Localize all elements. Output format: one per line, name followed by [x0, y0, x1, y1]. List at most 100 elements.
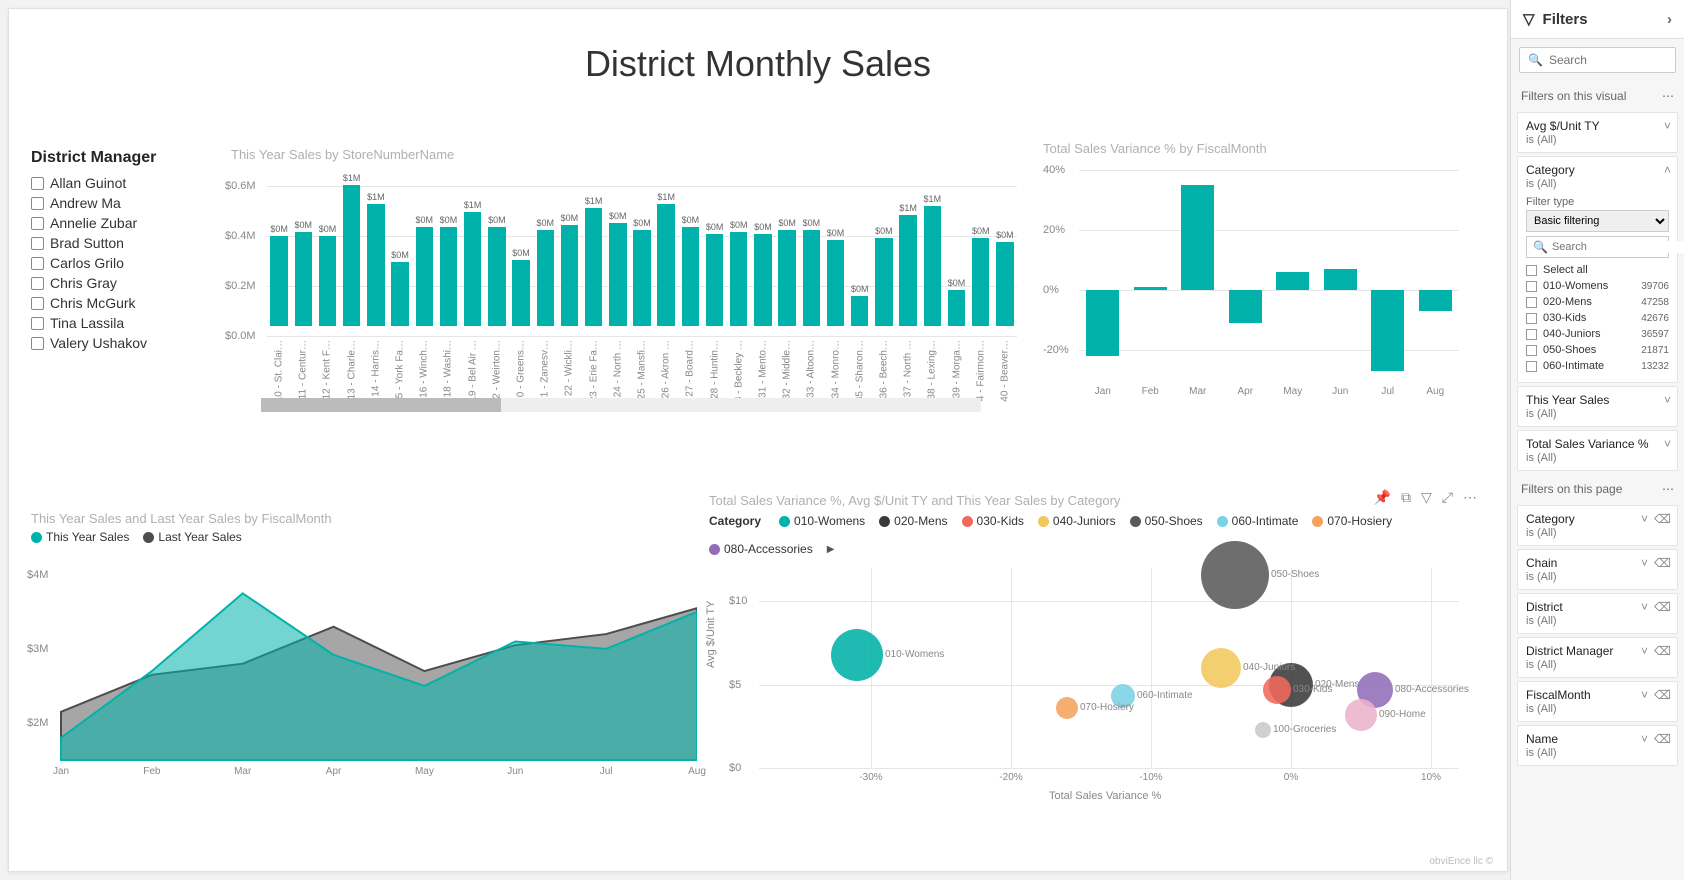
bar[interactable]	[924, 206, 941, 326]
legend-scroll-right-icon[interactable]: ▶	[827, 544, 835, 555]
district-manager-slicer[interactable]: District Manager Allan GuinotAndrew MaAn…	[31, 149, 211, 353]
checkbox-icon[interactable]	[31, 317, 44, 330]
bubble[interactable]	[1201, 541, 1269, 609]
bar[interactable]	[561, 225, 578, 326]
bar[interactable]	[778, 230, 795, 326]
bar[interactable]	[899, 215, 916, 326]
bar[interactable]	[730, 232, 747, 326]
bar[interactable]	[803, 230, 820, 326]
chevron-down-icon[interactable]: ˅	[1641, 600, 1648, 614]
eraser-icon[interactable]: ⌫	[1654, 644, 1671, 658]
bar[interactable]	[367, 204, 384, 326]
bar[interactable]	[1324, 269, 1357, 290]
chevron-up-icon[interactable]: ˄	[1664, 163, 1671, 177]
filter-card[interactable]: Nameis (All)˅⌫	[1517, 725, 1678, 766]
bar[interactable]	[1134, 287, 1167, 290]
bar[interactable]	[1229, 290, 1262, 323]
bubble[interactable]	[1255, 722, 1271, 738]
bar[interactable]	[1086, 290, 1119, 356]
bar[interactable]	[827, 240, 844, 326]
legend-item[interactable]: 010-Womens	[779, 514, 865, 528]
filter-type-select[interactable]: Basic filtering	[1526, 210, 1669, 232]
filter-option[interactable]: Select all	[1526, 262, 1669, 278]
legend-item[interactable]: 050-Shoes	[1130, 514, 1203, 528]
filters-search-input[interactable]	[1549, 53, 1684, 67]
legend-item[interactable]: 080-Accessories	[709, 542, 813, 556]
bar[interactable]	[512, 260, 529, 326]
bar[interactable]	[343, 185, 360, 326]
bar[interactable]	[609, 223, 626, 326]
eraser-icon[interactable]: ⌫	[1654, 732, 1671, 746]
bar[interactable]	[295, 232, 312, 326]
filter-card[interactable]: Avg $/Unit TYis (All)˅	[1517, 112, 1678, 153]
checkbox-icon[interactable]	[31, 257, 44, 270]
eraser-icon[interactable]: ⌫	[1654, 512, 1671, 526]
filter-option[interactable]: 060-Intimate13232	[1526, 358, 1669, 374]
filter-option[interactable]: 050-Shoes21871	[1526, 342, 1669, 358]
bar[interactable]	[1419, 290, 1452, 311]
bubble[interactable]	[831, 629, 883, 681]
chevron-down-icon[interactable]: ˅	[1641, 556, 1648, 570]
funnel-icon[interactable]: ▽	[1421, 489, 1432, 506]
chevron-down-icon[interactable]: ˅	[1664, 393, 1671, 407]
filters-search[interactable]: 🔍	[1519, 47, 1676, 73]
bar[interactable]	[875, 238, 892, 326]
more-icon[interactable]: ⋯	[1662, 482, 1674, 496]
chart-this-year-sales-by-store[interactable]: This Year Sales by StoreNumberName $0.0M…	[231, 147, 1001, 398]
filter-card[interactable]: Chainis (All)˅⌫	[1517, 549, 1678, 590]
filter-card[interactable]: Categoryis (All)˅⌫	[1517, 505, 1678, 546]
chevron-right-icon[interactable]: ›	[1667, 11, 1672, 28]
checkbox-icon[interactable]	[31, 337, 44, 350]
chevron-down-icon[interactable]: ˅	[1641, 688, 1648, 702]
chart-category-scatter[interactable]: 📌 ⧉ ▽ ⤢ ⋯ Total Sales Variance %, Avg $/…	[709, 493, 1489, 816]
checkbox-icon[interactable]	[31, 217, 44, 230]
chevron-down-icon[interactable]: ˅	[1664, 119, 1671, 133]
chart-total-sales-variance[interactable]: Total Sales Variance % by FiscalMonth -2…	[1043, 141, 1463, 418]
filter-option[interactable]: 040-Juniors36597	[1526, 326, 1669, 342]
bar[interactable]	[537, 230, 554, 326]
checkbox-icon[interactable]	[31, 237, 44, 250]
slicer-item[interactable]: Allan Guinot	[31, 173, 211, 193]
slicer-item[interactable]: Brad Sutton	[31, 233, 211, 253]
chevron-down-icon[interactable]: ˅	[1641, 732, 1648, 746]
filter-values-search-input[interactable]	[1552, 241, 1684, 253]
bar[interactable]	[440, 227, 457, 326]
bar[interactable]	[754, 234, 771, 326]
bar[interactable]	[948, 290, 965, 326]
legend-item[interactable]: 030-Kids	[962, 514, 1024, 528]
checkbox-icon[interactable]	[31, 277, 44, 290]
filter-values-search[interactable]: 🔍	[1526, 236, 1669, 258]
slicer-item[interactable]: Valery Ushakov	[31, 333, 211, 353]
bar[interactable]	[319, 236, 336, 326]
eraser-icon[interactable]: ⌫	[1654, 688, 1671, 702]
legend-item[interactable]: 020-Mens	[879, 514, 947, 528]
filter-card[interactable]: District Manageris (All)˅⌫	[1517, 637, 1678, 678]
bar[interactable]	[464, 212, 481, 326]
legend-item[interactable]: 070-Hosiery	[1312, 514, 1392, 528]
eraser-icon[interactable]: ⌫	[1654, 600, 1671, 614]
slicer-item[interactable]: Chris Gray	[31, 273, 211, 293]
filter-card[interactable]: Total Sales Variance %is (All)˅	[1517, 430, 1678, 471]
bar[interactable]	[270, 236, 287, 326]
pin-icon[interactable]: 📌	[1374, 489, 1391, 506]
bar[interactable]	[416, 227, 433, 326]
bubble[interactable]	[1201, 648, 1241, 688]
checkbox-icon[interactable]	[31, 297, 44, 310]
bubble[interactable]	[1345, 699, 1377, 731]
bar[interactable]	[657, 204, 674, 326]
eraser-icon[interactable]: ⌫	[1654, 556, 1671, 570]
bar[interactable]	[1181, 185, 1214, 290]
bar[interactable]	[585, 208, 602, 326]
legend-item[interactable]: Last Year Sales	[143, 530, 241, 544]
chart-horizontal-scrollbar[interactable]	[261, 398, 981, 412]
copy-icon[interactable]: ⧉	[1401, 489, 1411, 506]
filter-option[interactable]: 030-Kids42676	[1526, 310, 1669, 326]
legend-item[interactable]: This Year Sales	[31, 530, 129, 544]
more-icon[interactable]: ⋯	[1662, 89, 1674, 103]
bar[interactable]	[391, 262, 408, 326]
filter-card[interactable]: Categoryis (All)˄Filter typeBasic filter…	[1517, 156, 1678, 383]
bubble[interactable]	[1056, 697, 1078, 719]
bar[interactable]	[706, 234, 723, 326]
checkbox-icon[interactable]	[31, 197, 44, 210]
filter-card[interactable]: This Year Salesis (All)˅	[1517, 386, 1678, 427]
